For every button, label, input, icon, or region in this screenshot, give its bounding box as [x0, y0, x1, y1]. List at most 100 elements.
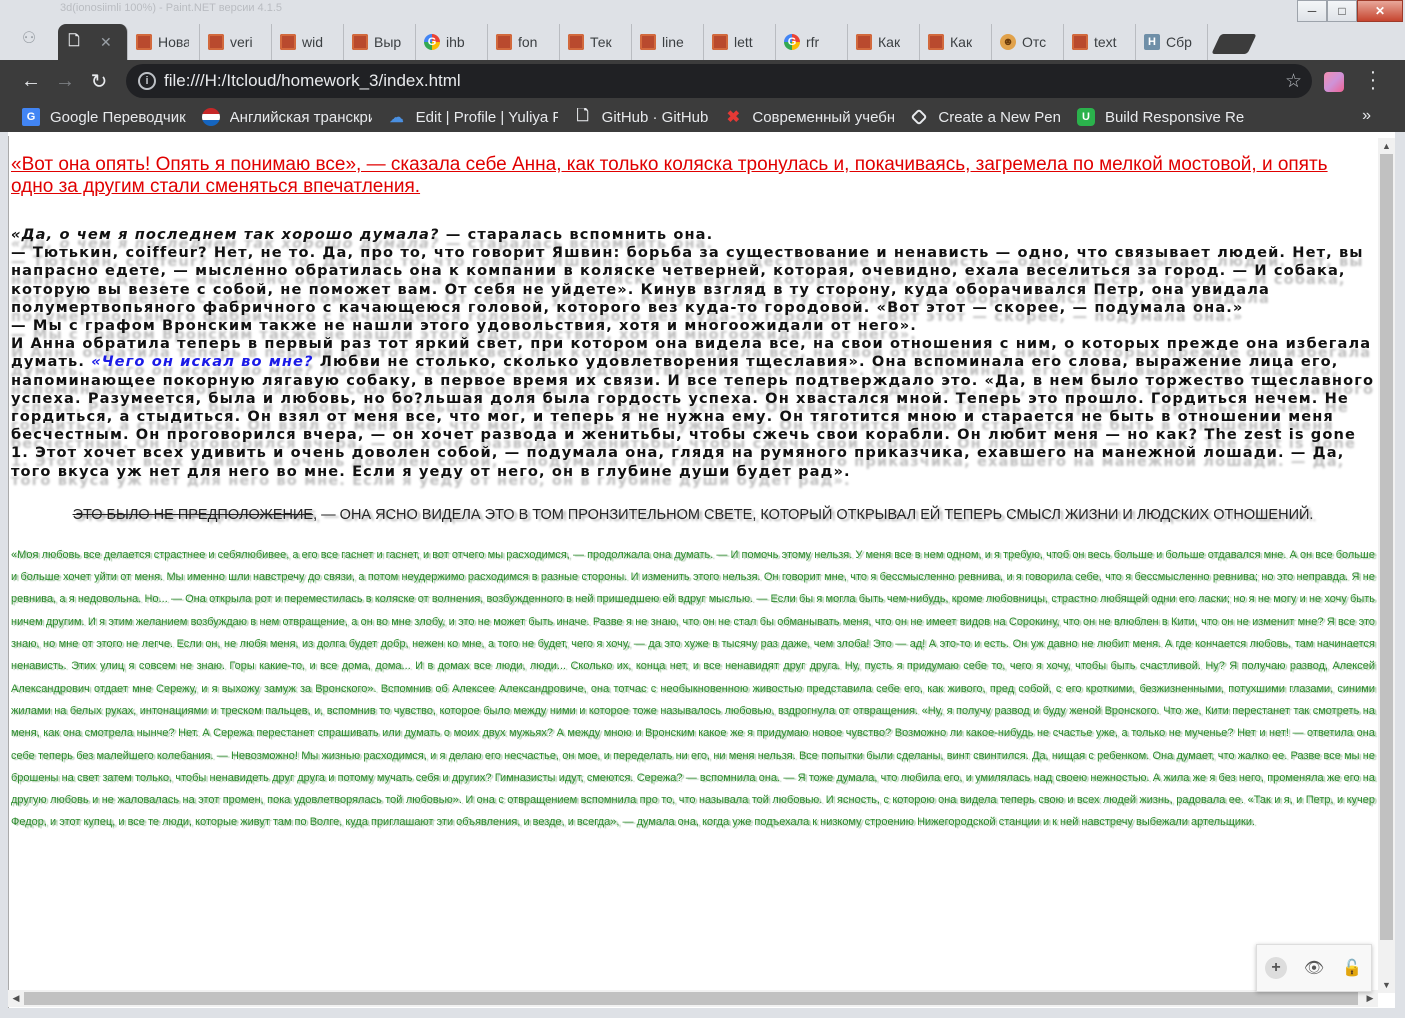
tab-label: wid	[302, 34, 324, 50]
extension-icon[interactable]	[1324, 72, 1344, 92]
tab-label: Сбр	[1166, 34, 1192, 50]
tab-label: lett	[734, 34, 753, 50]
tab-label: line	[662, 34, 684, 50]
tab-label: rfr	[806, 34, 820, 50]
tab-1[interactable]: Новая	[128, 24, 200, 60]
tab-5[interactable]: Gihb	[416, 24, 488, 60]
tab-10[interactable]: Grfr	[776, 24, 848, 60]
frame-right	[1395, 132, 1405, 1008]
bookmark-label: Google Переводчик	[50, 108, 186, 126]
tab-13[interactable]: ☻ Отс	[992, 24, 1064, 60]
new-tab-button[interactable]	[1211, 34, 1257, 54]
bookmark-label: Современный учебн	[752, 108, 895, 126]
brick-favicon-icon	[208, 34, 224, 50]
minimize-button[interactable]: ─	[1297, 0, 1327, 22]
bookmark-5[interactable]: Create a New Pen	[910, 109, 1061, 126]
scroll-right-arrow-icon[interactable]: ▶	[1362, 990, 1378, 1007]
brick-favicon-icon	[712, 34, 728, 50]
brick-favicon-icon	[280, 34, 296, 50]
vertical-scroll-thumb[interactable]	[1380, 154, 1393, 940]
eye-icon[interactable]: 👁	[1303, 957, 1325, 979]
tab-label: text	[1094, 34, 1117, 50]
flag-bookmark-icon	[201, 108, 220, 126]
brick-favicon-icon	[640, 34, 656, 50]
window-controls: ─ □ ✕	[1297, 0, 1403, 22]
brick-favicon-icon	[1072, 34, 1088, 50]
gt-bookmark-icon: G	[22, 108, 40, 126]
brick-favicon-icon	[568, 34, 584, 50]
bookmark-6[interactable]: U Build Responsive Rea	[1076, 108, 1245, 126]
tab-4[interactable]: Выр	[344, 24, 416, 60]
bookmark-label: GitHub · GitHub	[601, 108, 709, 126]
strikethrough-text: Это было не предположение	[72, 506, 314, 523]
tab-8[interactable]: line	[632, 24, 704, 60]
tab-strip: 🗋✕ Новая veri wid Выр Gihb fon Тек line lett Grfr К…	[58, 24, 1257, 60]
google-favicon-icon: G	[784, 34, 800, 50]
brick-favicon-icon	[856, 34, 872, 50]
url-text: file:///H:/Itcloud/homework_3/index.html	[164, 71, 461, 90]
paragraph-bold-text-a: — старалась вспомнить она. — Тютькин, co…	[11, 226, 1372, 371]
horizontal-scroll-thumb[interactable]	[24, 992, 1358, 1005]
tab-close-icon[interactable]: ✕	[100, 34, 112, 51]
google-favicon-icon: G	[424, 34, 440, 50]
tab-label: Тек	[590, 34, 612, 50]
tab-12[interactable]: Как	[920, 24, 992, 60]
tab-3[interactable]: wid	[272, 24, 344, 60]
unlock-icon[interactable]: 🔓	[1341, 957, 1363, 979]
tab-label: fon	[518, 34, 538, 50]
frame-bottom	[0, 1008, 1405, 1018]
bookmark-star-icon[interactable]: ☆	[1285, 70, 1302, 93]
plus-icon[interactable]: +	[1265, 957, 1287, 979]
page-viewport: «Вот она опять! Опять я понимаю все», — …	[8, 136, 1394, 1008]
back-button[interactable]: ←	[14, 64, 48, 98]
info-icon[interactable]: i	[138, 72, 156, 90]
paragraph-uppercase-centered: Это было не предположение, — она ясно ви…	[11, 507, 1375, 524]
tab-9[interactable]: lett	[704, 24, 776, 60]
tab-2[interactable]: veri	[200, 24, 272, 60]
h-favicon-icon: H	[1144, 34, 1160, 50]
paragraph-bold: «Да, о чем я последнем так хорошо думала…	[11, 226, 1375, 481]
vertical-scrollbar[interactable]: ▲ ▼	[1378, 138, 1395, 993]
browser-toolbar: ← → ↻ i file:///H:/Itcloud/homework_3/in…	[0, 60, 1405, 102]
close-window-button[interactable]: ✕	[1357, 0, 1403, 22]
paragraph-bold-text-b: Любви не столько, сколько удовлетворения…	[11, 353, 1375, 480]
bookmark-0[interactable]: G Google Переводчик	[22, 108, 186, 126]
reload-button[interactable]: ↻	[82, 64, 116, 98]
bookmark-1[interactable]: Английская транскрип	[201, 108, 372, 126]
menu-kebab-icon[interactable]: · · ·	[1366, 62, 1380, 98]
tab-label: veri	[230, 34, 253, 50]
incognito-profile-icon[interactable]: ⚇	[18, 28, 40, 48]
tab-11[interactable]: Как	[848, 24, 920, 60]
address-bar[interactable]: i file:///H:/Itcloud/homework_3/index.ht…	[126, 64, 1312, 98]
tab-0[interactable]: 🗋 ✕	[58, 24, 128, 60]
forward-button[interactable]: →	[48, 64, 82, 98]
bookmark-2[interactable]: ☁ Edit | Profile | Yuliya P	[388, 108, 558, 126]
brick-favicon-icon	[496, 34, 512, 50]
paragraph-red-link[interactable]: «Вот она опять! Опять я понимаю все», — …	[11, 154, 1375, 198]
scroll-down-arrow-icon[interactable]: ▼	[1378, 977, 1395, 993]
brick-favicon-icon	[352, 34, 368, 50]
tab-label: Как	[878, 34, 901, 50]
brick-favicon-icon	[928, 34, 944, 50]
page-bookmark-icon: 🗋	[576, 108, 589, 124]
paragraph-blue-quote: «Чего он искал во мне?	[91, 353, 314, 371]
tab-label: Новая	[158, 34, 189, 50]
tab-6[interactable]: fon	[488, 24, 560, 60]
bookmark-4[interactable]: ✖ Современный учебн	[724, 108, 895, 127]
maximize-button[interactable]: □	[1327, 0, 1357, 22]
tab-7[interactable]: Тек	[560, 24, 632, 60]
tab-14[interactable]: text	[1064, 24, 1136, 60]
bookmark-3[interactable]: 🗋 GitHub · GitHub	[574, 108, 709, 126]
paragraph-bold-italic: «Да, о чем я последнем так хорошо думала…	[11, 226, 440, 243]
tab-15[interactable]: H Сбр	[1136, 24, 1208, 60]
horizontal-scrollbar[interactable]: ◀ ▶	[8, 990, 1378, 1007]
bookmark-label: Edit | Profile | Yuliya P	[415, 108, 558, 126]
u-bookmark-icon: U	[1076, 108, 1095, 126]
scroll-left-arrow-icon[interactable]: ◀	[8, 990, 24, 1007]
tab-label: Как	[950, 34, 973, 50]
bookmarks-overflow-button[interactable]: »	[1362, 107, 1371, 125]
floating-tool-panel: + 👁 🔓	[1256, 944, 1372, 992]
brick-favicon-icon	[136, 34, 152, 50]
tab-label: Выр	[374, 34, 402, 50]
scroll-up-arrow-icon[interactable]: ▲	[1378, 138, 1395, 154]
